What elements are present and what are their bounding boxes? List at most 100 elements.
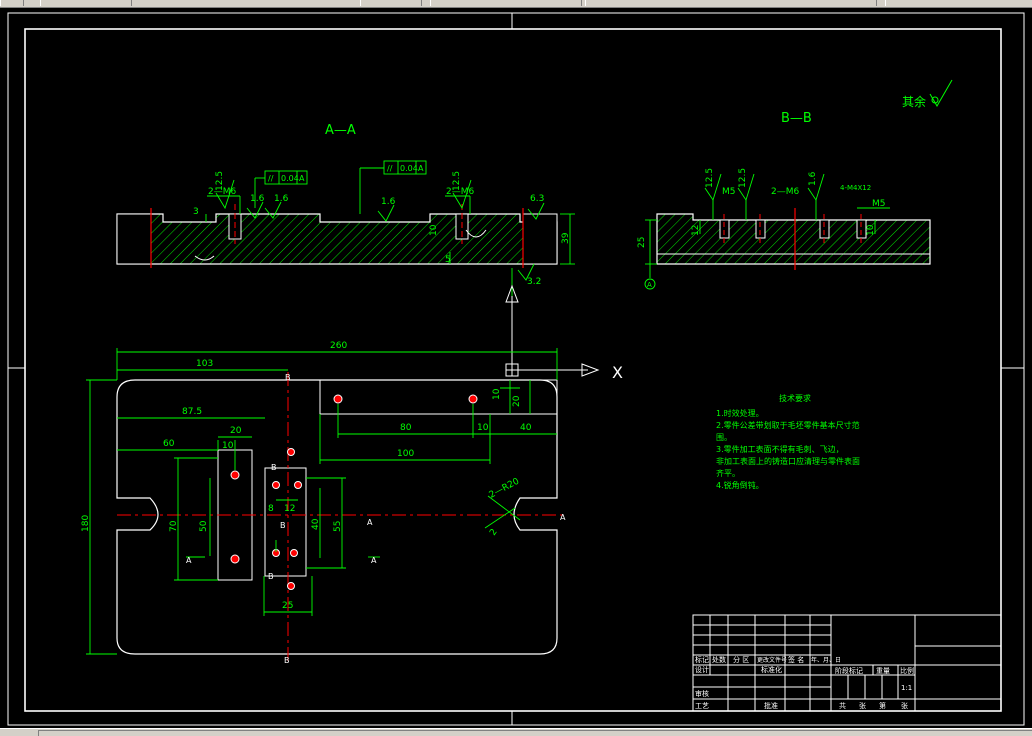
section-mark: A (367, 518, 373, 527)
tolerance-value: 0.04 (400, 164, 418, 173)
dimension-label: 5 (445, 255, 451, 265)
dimension-label: 40 (311, 518, 321, 530)
roughness-value: 1.6 (381, 197, 396, 207)
title-cell: 第 (879, 701, 886, 710)
section-aa-view: A—A 12.5 1.6 1.6 1.6 12.5 6.3 3.2 2—M6 2… (116, 123, 575, 298)
roughness-value: 1.6 (274, 194, 289, 204)
dimension-label: 25 (637, 237, 647, 248)
dimension-label: 20 (230, 426, 242, 436)
title-cell: 审核 (695, 689, 709, 698)
toolbar (0, 0, 1032, 8)
section-mark: B (284, 656, 290, 665)
section-mark: B (280, 521, 286, 530)
tolerance-value: 0.04 (281, 174, 299, 183)
dimension-label: 10 (429, 224, 439, 236)
title-cell: 重量 (876, 667, 890, 675)
dimension-label: 87.5 (182, 407, 202, 417)
title-cell: 张 (859, 701, 866, 710)
toolbar-dropdown[interactable] (360, 0, 422, 6)
roughness-value: 1.6 (250, 194, 265, 204)
dimension-label: 10 (222, 441, 234, 451)
dimension-label: 10 (492, 388, 502, 400)
section-mark: A (371, 556, 377, 565)
section-mark: A (186, 556, 192, 565)
title-cell: 批准 (764, 701, 778, 710)
dimension-label: 55 (333, 521, 343, 532)
title-cell: 工艺 (695, 702, 709, 710)
title-cell: 标准化 (761, 665, 782, 674)
roughness-value: 6.3 (530, 194, 544, 204)
section-mark: B (285, 373, 291, 382)
dimension-label: 260 (330, 341, 347, 351)
section-mark: B (271, 463, 277, 472)
tech-req-line: 4.锐角倒钝。 (716, 480, 764, 490)
drawing-canvas[interactable]: 其余 A—A 12.5 1.6 1.6 1.6 12.5 6.3 3.2 2—M… (0, 8, 1032, 728)
section-aa-title: A—A (325, 123, 356, 138)
dimension-label: 103 (196, 359, 213, 369)
dimension-label: 3 (193, 207, 199, 217)
ucs-icon (505, 284, 600, 377)
thread-label: 2—M6 (771, 187, 799, 197)
tolerance-symbol: // (268, 174, 274, 183)
toolbar-button[interactable] (0, 0, 24, 6)
thread-label: 2—M6 (446, 187, 474, 197)
dimension-label: 10 (866, 224, 876, 236)
dimension-label: 10 (477, 423, 489, 433)
thread-label: M5 (872, 199, 886, 209)
tolerance-datum: A (418, 164, 424, 173)
dimension-label: 2 (488, 527, 499, 537)
toolbar-dropdown[interactable] (430, 0, 582, 6)
roughness-value: 1.6 (808, 171, 818, 186)
toolbar-dropdown[interactable] (585, 0, 877, 6)
dimension-label: 100 (397, 449, 414, 459)
title-cell: 年、月、日 (811, 656, 841, 664)
dimension-label: 70 (169, 520, 179, 532)
dimension-label: 20 (512, 395, 522, 407)
title-cell: 处数 (712, 655, 726, 664)
title-cell: 设计 (695, 665, 709, 674)
title-cell: 标记 (695, 655, 709, 664)
thread-label: 4-M4X12 (840, 184, 871, 192)
dimension-label: 12 (691, 225, 701, 236)
tolerance-datum: A (299, 174, 305, 183)
title-cell: 共 (839, 701, 846, 710)
section-mark: A (560, 513, 566, 522)
scale-value: 1:1 (901, 684, 912, 692)
tech-req-line: 齐平。 (716, 468, 740, 478)
roughness-value: 3.2 (527, 277, 541, 287)
dimension-label: 180 (81, 515, 91, 532)
dimension-label: 40 (520, 423, 532, 433)
title-cell: 分 区 (733, 655, 749, 664)
tech-req-line: 围。 (716, 433, 732, 442)
dimension-label: 60 (163, 439, 175, 449)
roughness-value: 12.5 (738, 168, 748, 188)
title-cell: 更改文件号 (757, 656, 787, 664)
dimension-label: 50 (199, 520, 209, 532)
dimension-label: 39 (561, 232, 571, 244)
plan-view: 260 103 87.5 20 60 10 180 70 50 8 12 40 … (81, 341, 567, 665)
surface-finish-note: 其余 (902, 94, 926, 109)
title-cell: 签 名 (788, 655, 804, 664)
tech-req-line: 1.时效处理。 (716, 408, 764, 418)
toolbar-dropdown[interactable] (40, 0, 132, 6)
dimension-label: 2—R20 (488, 476, 522, 500)
sheet-frame (7, 12, 1025, 726)
section-mark: B (268, 572, 274, 581)
section-bb-title: B—B (781, 111, 812, 126)
technical-requirements: 技术要求 1.时效处理。 2.零件公差带划取于毛坯零件基本尺寸范 围。 3.零件… (716, 393, 860, 490)
title-cell: 阶段标记 (835, 666, 863, 675)
thread-label: M5 (722, 187, 736, 197)
roughness-symbol (929, 79, 953, 107)
tech-req-title: 技术要求 (779, 393, 811, 403)
dimension-label: 25 (282, 601, 293, 611)
thread-label: 2—M6 (208, 187, 236, 197)
tech-req-line: 非加工表面上的铸造口应清理与零件表面 (716, 456, 860, 466)
roughness-value: 12.5 (705, 168, 715, 188)
ucs-x-label: X (612, 363, 623, 382)
tolerance-symbol: // (387, 164, 393, 173)
toolbar-dropdown[interactable] (885, 0, 1032, 6)
section-bb-view: B—B 12.5 12.5 1.6 M5 2—M6 4-M4X12 M5 25 … (637, 111, 931, 290)
command-line[interactable] (38, 730, 1032, 736)
dimension-label: 8 (268, 504, 274, 514)
tech-req-line: 2.零件公差带划取于毛坯零件基本尺寸范 (716, 420, 860, 430)
